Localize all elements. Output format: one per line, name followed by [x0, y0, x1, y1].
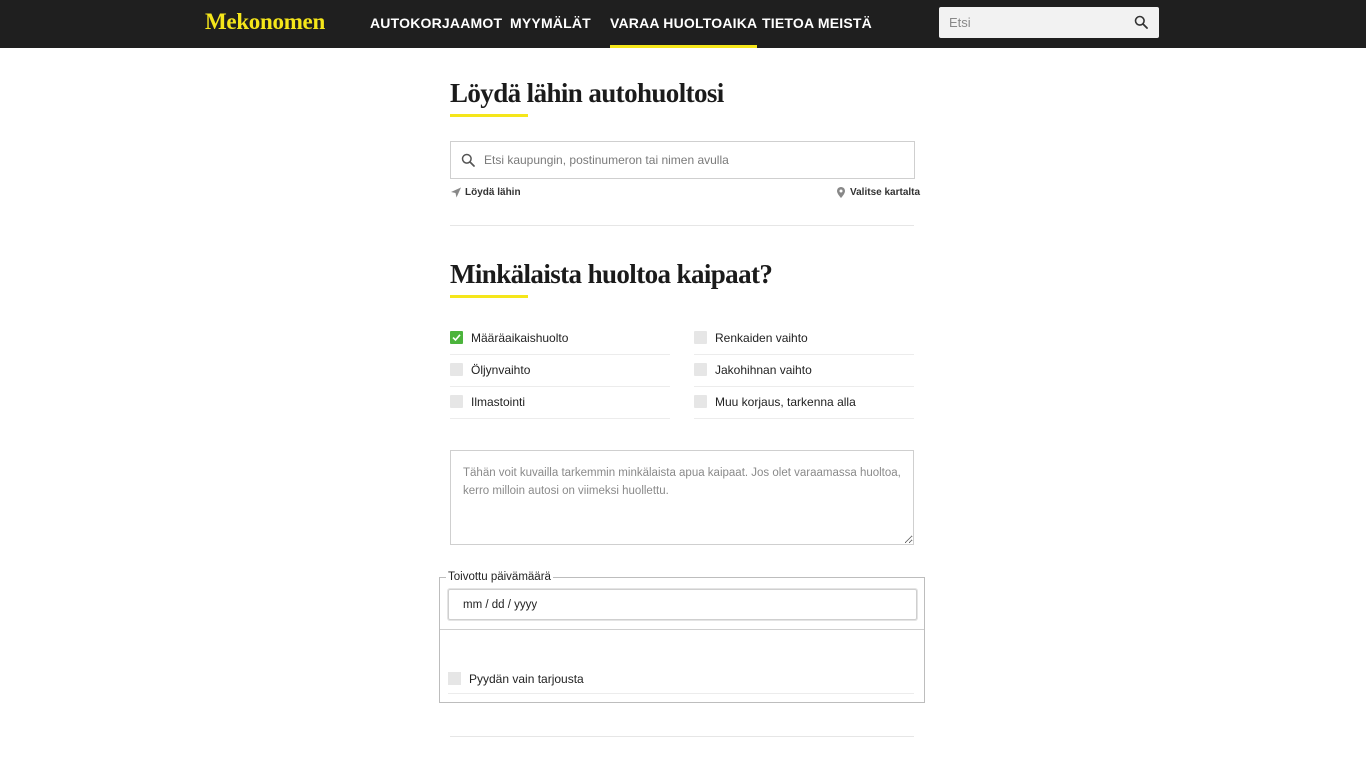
section-divider [450, 736, 914, 737]
search-icon[interactable] [1134, 15, 1148, 29]
checkbox[interactable] [450, 395, 463, 408]
nav-item-myymalat[interactable]: MYYMÄLÄT [510, 15, 591, 48]
service-option-label: Määräaikaishuolto [471, 331, 569, 345]
workshop-search-input[interactable] [484, 142, 904, 178]
preferred-date-legend: Toivottu päivämäärä [446, 571, 553, 583]
map-pin-icon [837, 187, 845, 198]
title-underline [450, 114, 528, 117]
service-option-jakohihnan-vaihto[interactable]: Jakohihnan vaihto [694, 355, 914, 387]
checkbox[interactable] [694, 363, 707, 376]
workshop-search-box [450, 141, 915, 179]
quote-only-option[interactable]: Pyydän vain tarjousta [448, 663, 914, 694]
nav-item-varaa-huoltoaika[interactable]: VARAA HUOLTOAIKA [610, 15, 758, 48]
service-option-label: Muu korjaus, tarkenna alla [715, 395, 856, 409]
select-from-map-label: Valitse kartalta [850, 187, 921, 198]
find-nearest-label: Löydä lähin [465, 187, 521, 198]
checkmark-icon [452, 334, 461, 342]
service-option-muu-korjaus[interactable]: Muu korjaus, tarkenna alla [694, 387, 914, 419]
service-option-oljynvaihto[interactable]: Öljynvaihto [450, 355, 670, 387]
select-from-map-link[interactable]: Valitse kartalta [836, 187, 920, 198]
nav-item-autokorjaamot[interactable]: AUTOKORJAAMOT [370, 15, 502, 48]
find-workshop-title: Löydä lähin autohuoltosi [450, 78, 724, 108]
checkbox[interactable] [694, 395, 707, 408]
fieldset-separator [440, 629, 924, 630]
preferred-date-input[interactable]: mm / dd / yyyy [448, 589, 917, 620]
mekonomen-logo[interactable]: Mekonomen [205, 9, 325, 35]
service-type-title: Minkälaista huoltoa kaipaat? [450, 259, 773, 289]
location-arrow-icon [451, 187, 461, 198]
service-option-renkaiden-vaihto[interactable]: Renkaiden vaihto [694, 323, 914, 355]
service-description-textarea[interactable] [451, 451, 913, 544]
service-option-label: Öljynvaihto [471, 363, 531, 377]
service-description-box [450, 450, 914, 545]
site-search-input[interactable] [939, 7, 1139, 38]
section-divider [450, 225, 914, 226]
service-option-label: Ilmastointi [471, 395, 526, 409]
date-input-value: mm / dd / yyyy [463, 599, 538, 611]
nav-item-tietoa-meista[interactable]: TIETOA MEISTÄ [762, 15, 872, 48]
service-option-label: Jakohihnan vaihto [715, 363, 812, 377]
checkbox[interactable] [448, 672, 461, 685]
service-option-maaraaikaishuolto[interactable]: Määräaikaishuolto [450, 323, 670, 355]
checkbox[interactable] [450, 363, 463, 376]
find-nearest-link[interactable]: Löydä lähin [451, 187, 521, 198]
service-option-label: Renkaiden vaihto [715, 331, 808, 345]
service-option-ilmastointi[interactable]: Ilmastointi [450, 387, 670, 419]
site-search [939, 7, 1159, 38]
title-underline [450, 295, 528, 298]
quote-only-label: Pyydän vain tarjousta [469, 672, 584, 686]
checkbox[interactable] [694, 331, 707, 344]
checkbox-checked[interactable] [450, 331, 463, 344]
top-navigation-bar: Mekonomen AUTOKORJAAMOT MYYMÄLÄT VARAA H… [0, 0, 1366, 48]
search-icon [461, 153, 475, 167]
